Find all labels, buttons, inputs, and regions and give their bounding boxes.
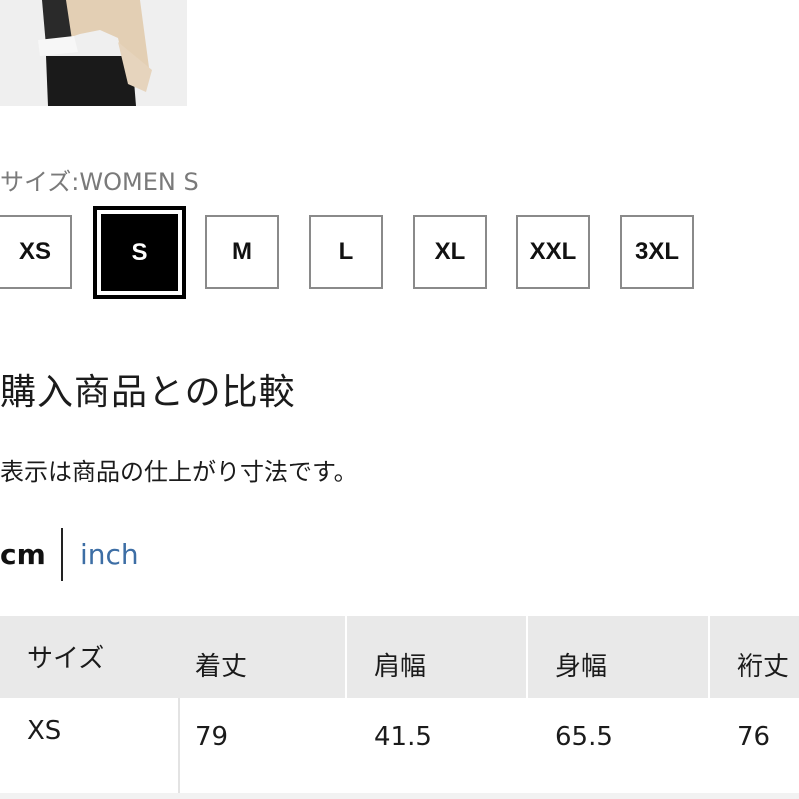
size-option-label: XL (434, 238, 466, 265)
product-photo (0, 0, 187, 106)
size-option-label: XS (18, 238, 51, 265)
size-label: サイズ:WOMEN S (0, 168, 199, 196)
table-header-chest: 身幅 (527, 616, 709, 698)
size-option-m[interactable]: M (205, 215, 279, 289)
table-cell-shoulder: 41.5 (346, 698, 527, 793)
size-option-selected-fill: S (101, 214, 178, 291)
table-header-size: サイズ (0, 616, 179, 698)
table-cell-chest: 65.5 (527, 698, 709, 793)
size-option-xs[interactable]: XS (0, 215, 72, 289)
table-header-length: 着丈 (179, 616, 346, 698)
row-divider-vertical (178, 698, 180, 799)
size-option-label: L (338, 238, 354, 265)
size-option-s[interactable]: S (93, 206, 186, 299)
size-option-l[interactable]: L (309, 215, 383, 289)
header-divider (345, 616, 347, 698)
next-row-edge (0, 793, 799, 799)
dimensions-note: 表示は商品の仕上がり寸法です。 (0, 458, 358, 486)
size-option-3xl[interactable]: 3XL (620, 215, 694, 289)
table-cell-sleeve: 76 (709, 698, 799, 793)
header-divider (708, 616, 710, 698)
table-header-sleeve: 裄丈 (709, 616, 799, 698)
unit-inch-link[interactable]: inch (80, 538, 139, 571)
size-option-label: XXL (529, 238, 577, 265)
product-photo-image (0, 0, 187, 106)
table-header-shoulder: 肩幅 (346, 616, 527, 698)
size-option-xxl[interactable]: XXL (516, 215, 590, 289)
size-option-label: S (131, 238, 148, 266)
table-cell-length: 79 (179, 698, 346, 793)
header-divider (526, 616, 528, 698)
table-cell-size: XS (0, 698, 179, 793)
size-option-xl[interactable]: XL (413, 215, 487, 289)
size-option-label: M (232, 238, 252, 265)
size-option-label: 3XL (634, 238, 679, 265)
unit-cm-toggle[interactable]: cm (0, 538, 46, 571)
comparison-heading: 購入商品との比較 (0, 372, 296, 413)
unit-divider (61, 528, 63, 581)
